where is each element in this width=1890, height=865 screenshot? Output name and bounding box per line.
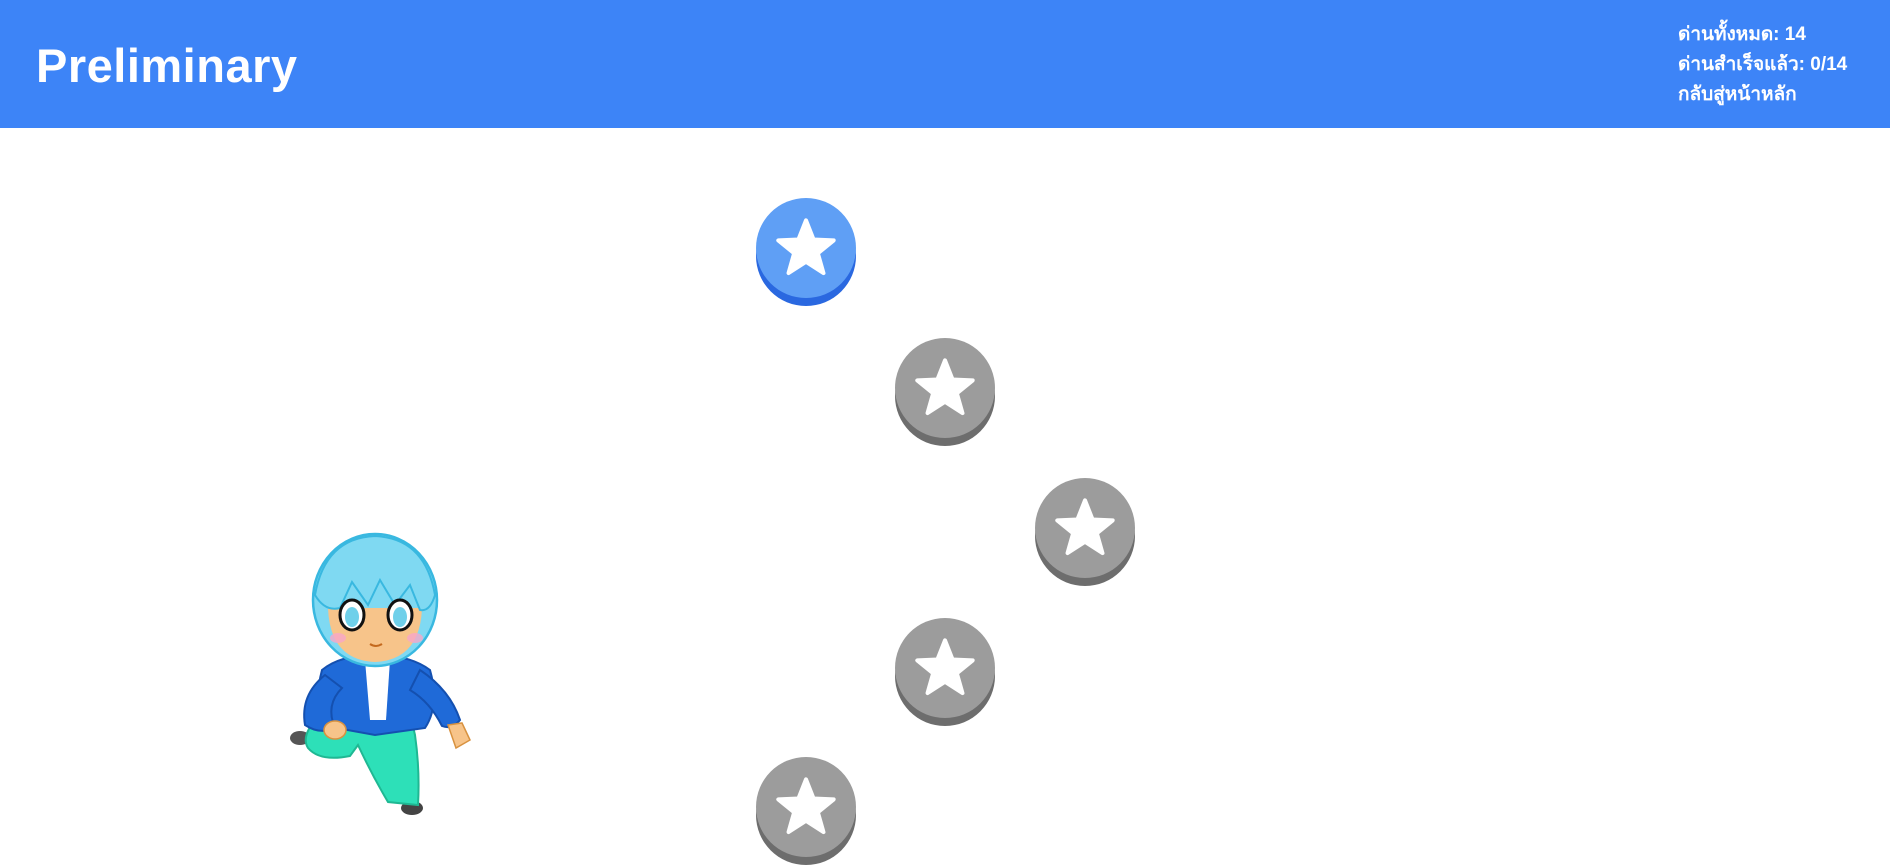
level-1-button[interactable] [756, 198, 856, 306]
star-icon [915, 638, 975, 696]
completed-levels-label: ด่านสำเร็จแล้ว: 0/14 [1678, 54, 1848, 75]
star-icon [776, 218, 836, 276]
chibi-character-illustration [280, 520, 490, 820]
progress-info: ด่านทั้งหมด: 14 ด่านสำเร็จแล้ว: 0/14 กลั… [1678, 20, 1847, 110]
back-to-home-link[interactable]: กลับสู่หน้าหลัก [1678, 80, 1847, 110]
star-icon [776, 777, 836, 835]
level-2-button[interactable] [895, 338, 995, 446]
page-title: Preliminary [36, 39, 298, 92]
star-icon [1055, 498, 1115, 556]
total-levels-label: ด่านทั้งหมด: 14 [1678, 24, 1806, 45]
level-5-button[interactable] [756, 757, 856, 865]
star-icon [915, 358, 975, 416]
level-4-button[interactable] [895, 618, 995, 726]
level-3-button[interactable] [1035, 478, 1135, 586]
header-bar: Preliminary ด่านทั้งหมด: 14 ด่านสำเร็จแล… [0, 0, 1890, 128]
